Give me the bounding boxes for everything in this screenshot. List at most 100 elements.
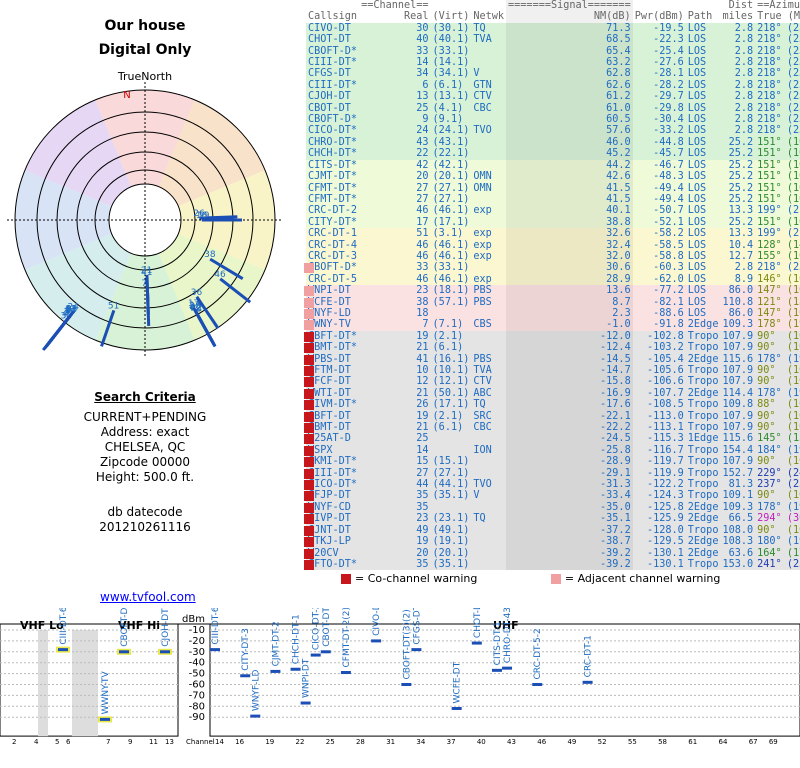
table-row[interactable]: CFCF-DT 12 (12.1) CTV -15.8 -106.6 Tropo 107.9 9… [306, 376, 800, 388]
table-row[interactable]: CRC-DT-1 51 (3.1) exp 32.6 -58.2 LOS 13.3 199° (2… [306, 228, 800, 240]
station-mark [371, 639, 382, 643]
table-cell: (24.1) [432, 125, 470, 137]
table-row[interactable]: WNYF-LD182.3-88.6LOS86.0147°(160°) [306, 307, 800, 320]
table-cell: (23.1) [432, 513, 470, 525]
table-row[interactable]: CFTO-DT* 35 (35.1) -39.2 -130.1 Tropo 153.0 241… [306, 558, 800, 571]
table-row[interactable]: CBMT-DT* 21 (6.1) -12.4 -103.2 Tropo 107.9 90°(… [306, 342, 800, 354]
table-cell: 114.4 [722, 387, 754, 399]
north-label: N [123, 90, 130, 101]
table-cell: 35 [416, 490, 429, 502]
table-row[interactable]: WTKJ-LP 19 (19.1) -38.7 -129.5 2Edge 108.3 180°… [306, 536, 800, 548]
table-cell: 184° [757, 444, 782, 456]
table-row[interactable]: W25AT-D25-24.5-115.31Edge115.6145°(158°) [306, 433, 800, 445]
table-row[interactable]: CIVP-DT 23 (23.1) TQ -35.1 -125.9 2Edge 66.5 294… [306, 513, 800, 525]
table-row[interactable]: CHCH-DT* 22(22.1) 45.2 -45.7LOS 25.2151° (164… [306, 148, 800, 160]
table-row[interactable]: W20CV20(20.1)-39.2-130.12Edge63.6164°(17… [306, 547, 800, 559]
table-cell: (6.1) [432, 342, 464, 354]
table-row[interactable]: CFJP-DT 35 (35.1) V -33.4 -124.3 Tropo 109.1 90°… [306, 490, 800, 502]
table-cell: Tropo [687, 456, 719, 468]
table-cell: -52.1 [653, 216, 684, 228]
table-row[interactable]: CITS-DT* 42(42.1) 44.2 -46.7LOS 25.2151° (164… [306, 159, 800, 172]
table-cell: 25.2 [728, 148, 754, 160]
co-channel-warning-icon [304, 434, 314, 444]
table-row[interactable]: CHRO-DT* 43(43.1) 46.0 -44.8LOS 25.2151° (164… [306, 136, 800, 149]
channel-tick: 58 [658, 738, 667, 746]
table-row[interactable]: CBOFT-D* 33(33.1) 65.4 -25.4LOS 2.8218° (231°… [306, 45, 800, 58]
table-row[interactable]: CIVM-DT* 26 (17.1) TQ -17.6 -108.5 Tropo 109.8 8… [306, 399, 800, 411]
table-row[interactable]: CBMT-DT 21 (6.1) CBC -22.2 -113.1 Tropo 107.9 90… [306, 422, 800, 434]
table-cell: 90° [757, 330, 776, 342]
table-cell: Tropo [687, 422, 719, 434]
dbm-tick: -10 [189, 625, 205, 636]
table-cell: (16.1) [432, 353, 470, 365]
polar-station-label: 21 [141, 266, 152, 276]
station-mark [160, 650, 170, 654]
table-row[interactable]: CIII-DT* 27 (27.1) -29.1 -119.9 Tropo 152.7 229… [306, 467, 800, 480]
table-cell: -113.1 [646, 422, 684, 434]
table-row[interactable]: CFTM-DT 10 (10.1) TVA -14.7 -105.6 Tropo 107.9 9… [306, 365, 800, 377]
table-cell: CTV [473, 91, 492, 103]
table-cell: 14 [416, 444, 429, 456]
table-cell: 62.6 [506, 79, 633, 92]
table-header-cell: miles [722, 11, 754, 23]
table-row[interactable]: CHOT-DT 40(40.1)TVA 68.5 -22.3LOS 2.8218° (23… [306, 34, 800, 46]
table-row[interactable]: CFGS-DT 34(34.1)V 62.8 -28.1LOS 2.8218° (231°… [306, 68, 800, 80]
table-row[interactable]: CJOH-DT 13(13.1)CTV 61.2 -29.7LOS 2.8218° (23… [306, 91, 800, 103]
table-row[interactable]: CRC-DT-3 46 (46.1) exp 32.0 -58.8 LOS 12.7 155° (… [306, 250, 800, 263]
table-row[interactable]: CBOFT-D* 9(9.1) 60.5 -30.4LOS 2.8218° (231°) [306, 114, 800, 126]
table-cell: (231°) [786, 262, 800, 274]
tvfool-link[interactable]: www.tvfool.com [100, 590, 196, 604]
table-row[interactable]: CIII-DT* 14(14.1) 63.2 -27.6LOS 2.8218° (231°… [306, 57, 800, 69]
channel-tick: 25 [326, 738, 335, 746]
table-cell: (20.1) [432, 547, 470, 559]
table-row[interactable]: WWTI-DT 21 (50.1) ABC -16.9 -107.7 2Edge 114.4 1… [306, 387, 800, 400]
table-row[interactable]: CBFT-DT* 19 (2.1) -12.0 -102.8 Tropo 107.9 90°(… [306, 330, 800, 343]
station-mark [300, 701, 311, 705]
table-cell: (102°) [786, 399, 800, 411]
table-cell: (33.1) [432, 45, 470, 57]
table-cell: (46.1) [432, 250, 470, 262]
table-row[interactable]: CJMT-DT* 20 (20.1) OMN 42.6 -48.3 LOS 25.2 151° (… [306, 171, 800, 183]
table-cell: -35.0 [506, 501, 633, 514]
table-row[interactable]: CRC-DT-5 46 (46.1) exp 28.9 -62.0 LOS 8.9 146° (1… [306, 273, 800, 286]
table-row[interactable]: WNYF-CD35-35.0-125.82Edge109.3178°(191°) [306, 501, 800, 514]
table-row[interactable]: WNPI-DT 23 (18.1) PBS 13.6 -77.2 LOS 86.0 147° (1… [306, 285, 800, 297]
table-cell: LOS [687, 91, 707, 103]
table-row[interactable]: WCFE-DT 38 (57.1) PBS 8.7 -82.1 LOS 110.8 121° (1… [306, 296, 800, 308]
table-row[interactable]: CICO-DT* 44 (44.1) TVO -31.3 -122.2 Tropo 81.3 2… [306, 479, 800, 491]
table-row[interactable]: CFMT-DT* 27 (27.1) OMN 41.5 -49.4 LOS 25.2 151° (… [306, 182, 800, 194]
table-cell: 13 [416, 91, 429, 103]
table-row[interactable]: CBOFT-D*33(33.1)30.6-60.3LOS2.8218°(231°… [306, 262, 800, 274]
table-cell: TVO [473, 125, 492, 137]
table-row[interactable]: CBFT-DT 19 (2.1) SRC -22.1 -113.0 Tropo 107.9 90… [306, 410, 800, 423]
table-row[interactable]: CFMT-DT* 27(27.1) 41.5 -49.4LOS 25.2151° (164… [306, 193, 800, 206]
table-row[interactable]: CITY-DT* 17(17.1) 38.8 -52.1LOS 25.2151° (164… [306, 216, 800, 229]
table-row[interactable]: CBOT-DT 25(4.1) CBC 61.0 -29.8LOS 2.8218° (231… [306, 102, 800, 115]
table-cell: -44.8 [653, 136, 684, 148]
table-row[interactable]: CRC-DT-4 46 (46.1) exp 32.4 -58.5 LOS 10.4 128° (… [306, 239, 800, 251]
table-row[interactable]: CICO-DT* 24 (24.1) TVO 57.6 -33.2 LOS 2.8 218° (2… [306, 125, 800, 137]
table-row[interactable]: WWNY-TV 7 (7.1) CBS -1.0 -91.8 2Edge 109.3 178°(… [306, 319, 800, 331]
table-cell: -22.3 [653, 34, 684, 46]
table-cell: exp [473, 273, 492, 285]
table-row[interactable]: CIVO-DT 30(30.1)TQ 71.3 -19.5LOS 2.8218° (231… [306, 22, 800, 35]
table-cell: LOS [687, 136, 707, 148]
co-channel-warning-icon [304, 446, 314, 456]
table-cell: -37.2 [506, 524, 633, 537]
table-row[interactable]: CJNT-DT 49 (49.1) -37.2 -128.0 Tropo 108.0 90°(… [306, 524, 800, 537]
channel-tick: 67 [749, 738, 758, 746]
table-row[interactable]: CRC-DT-2 46 (46.1) exp 40.1 -50.7 LOS 13.3 199° (… [306, 205, 800, 217]
co-channel-warning-icon [304, 366, 314, 376]
table-cell: (12.1) [432, 376, 470, 388]
co-channel-warning-icon [304, 343, 314, 353]
table-row[interactable]: WPBS-DT 41 (16.1) PBS -14.5 -105.4 2Edge 115.6 1… [306, 353, 800, 365]
table-header-cell: Path [687, 11, 713, 23]
table-row[interactable]: CIII-DT* 6(6.1) GTN 62.6 -28.2LOS 2.8218° (231… [306, 79, 800, 92]
table-row[interactable]: WSPX14ION-25.8-116.7Tropo154.4184°(198°) [306, 444, 800, 457]
table-row[interactable]: CKMI-DT* 15 (15.1) -28.9 -119.7 Tropo 107.9 90°… [306, 456, 800, 468]
table-cell: exp [473, 250, 492, 262]
table-cell: 2.8 [734, 45, 754, 57]
table-header-cell: (Virt) [432, 11, 470, 23]
table-cell: (44.1) [432, 479, 470, 491]
table-cell: 229° [757, 467, 782, 479]
